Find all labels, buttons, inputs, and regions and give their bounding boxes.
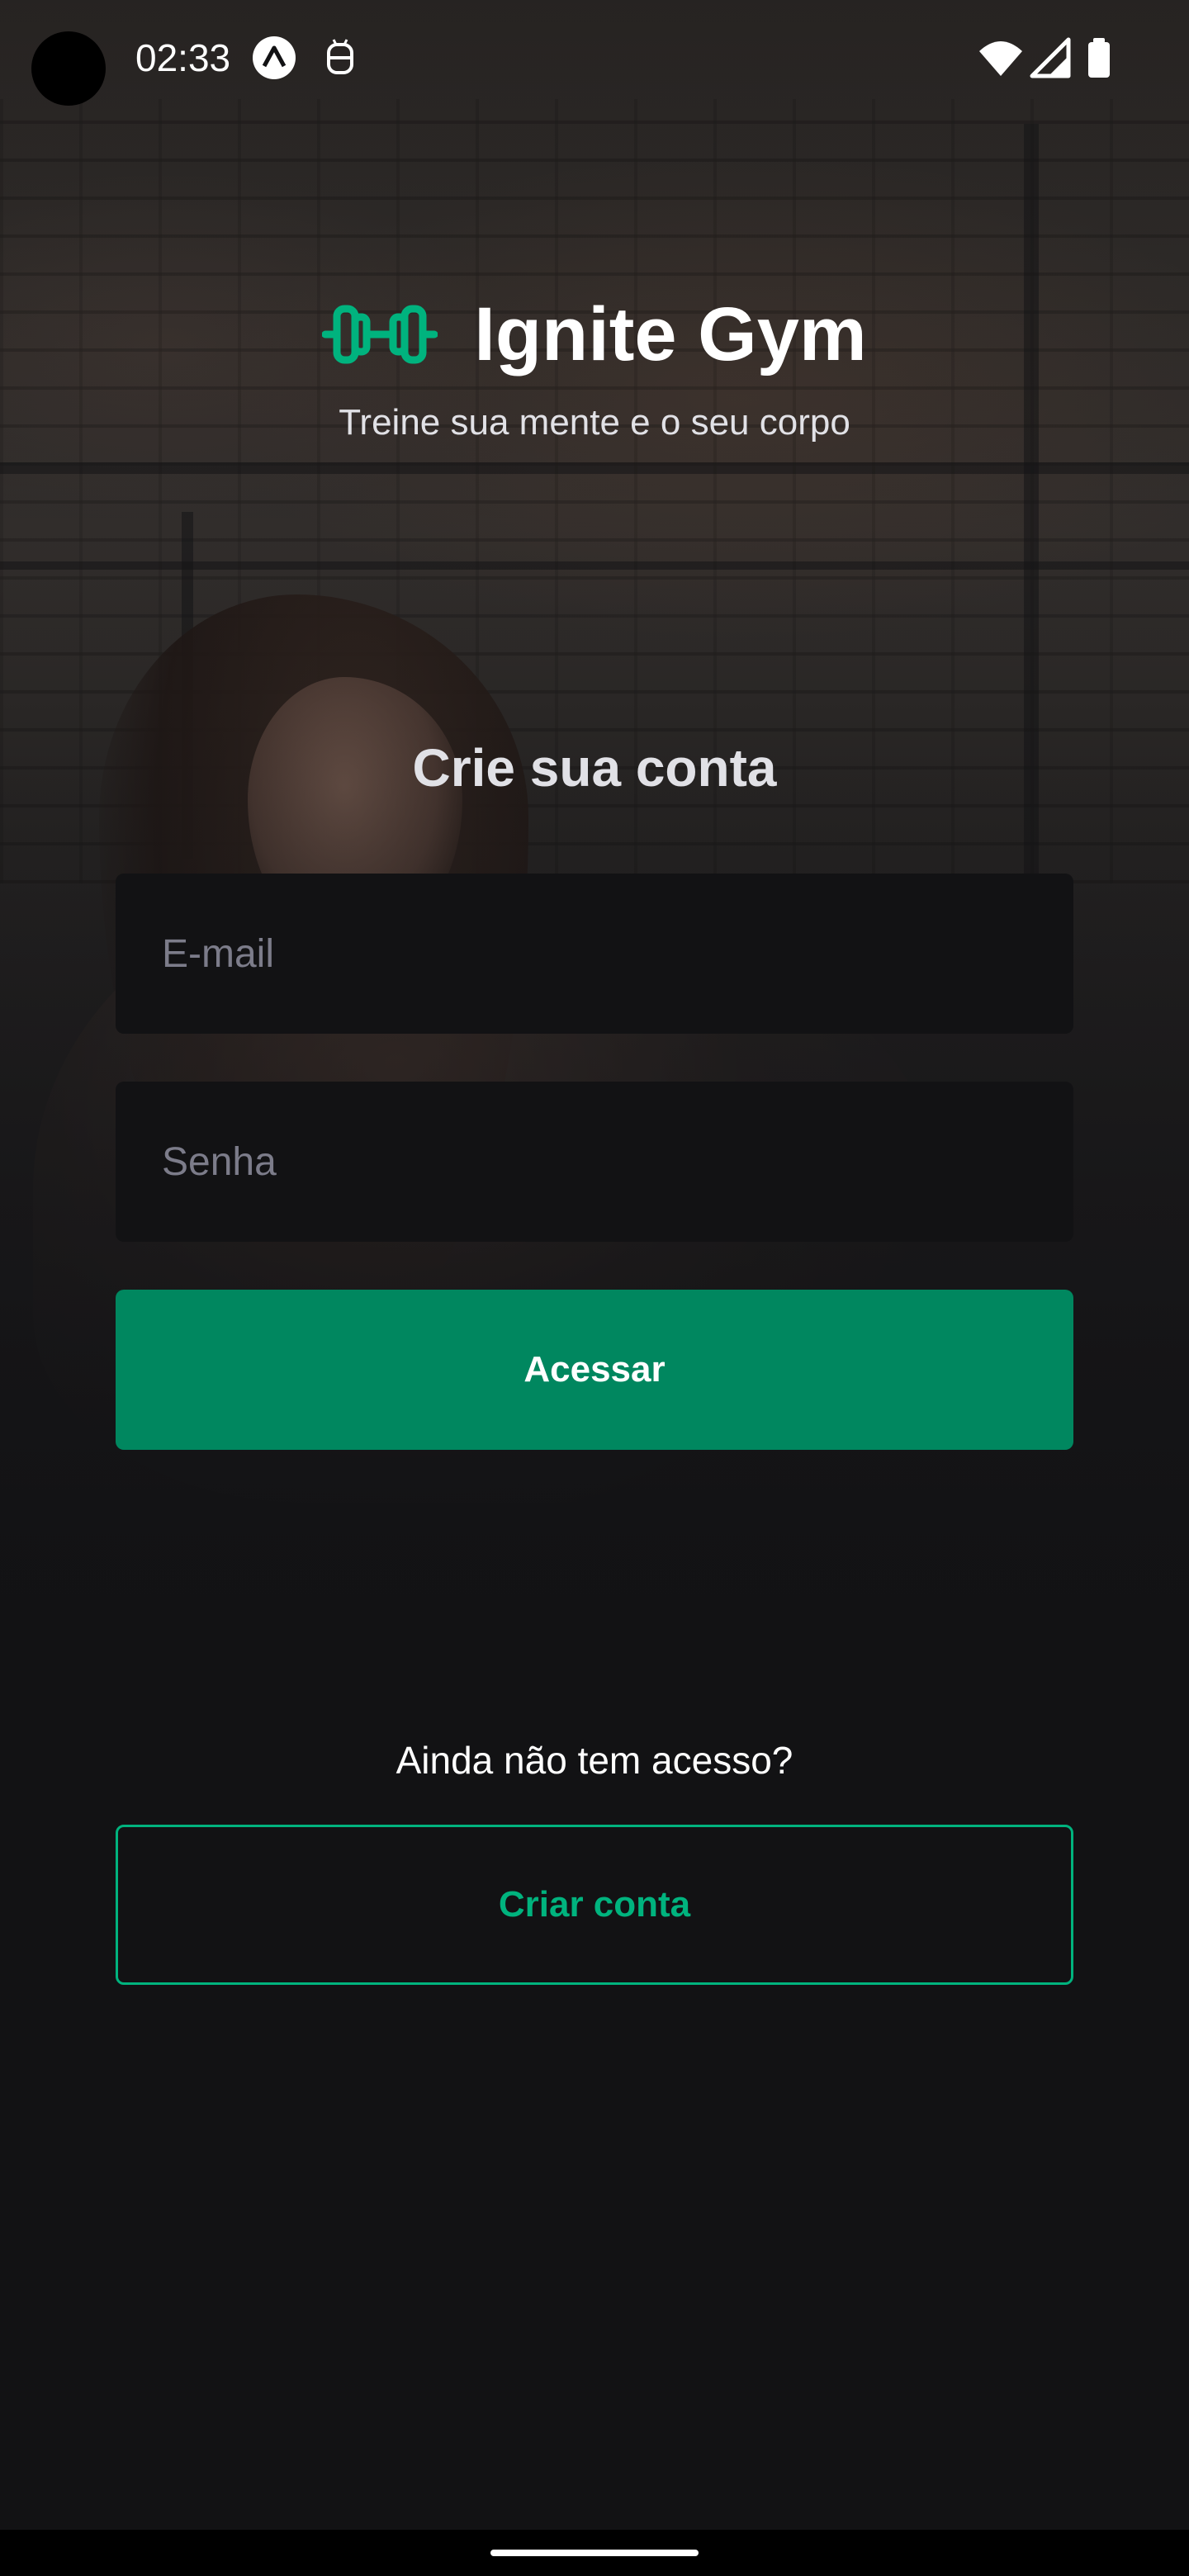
dumbbell-icon: [322, 305, 438, 364]
form-title: Crie sua conta: [412, 738, 777, 798]
app-title: Ignite Gym: [474, 292, 867, 376]
battery-icon: [1077, 35, 1123, 81]
wifi-icon: [978, 35, 1024, 81]
status-bar: 02:33: [0, 0, 1189, 116]
expo-app-icon: [251, 35, 297, 81]
email-field[interactable]: [116, 874, 1073, 1034]
submit-button-label: Acessar: [523, 1349, 666, 1390]
home-indicator[interactable]: [490, 2550, 699, 2556]
android-debug-icon: [317, 35, 363, 81]
submit-button[interactable]: Acessar: [116, 1290, 1073, 1450]
create-account-button[interactable]: Criar conta: [116, 1825, 1073, 1985]
signal-icon: [1027, 35, 1073, 81]
password-field[interactable]: [116, 1082, 1073, 1242]
logo-header: Ignite Gym: [0, 281, 1189, 388]
app-tagline: Treine sua mente e o seu corpo: [339, 402, 850, 443]
status-time: 02:33: [135, 36, 231, 79]
camera-cutout: [31, 31, 106, 106]
create-account-button-label: Criar conta: [498, 1884, 691, 1925]
no-access-text: Ainda não tem acesso?: [396, 1739, 793, 1782]
